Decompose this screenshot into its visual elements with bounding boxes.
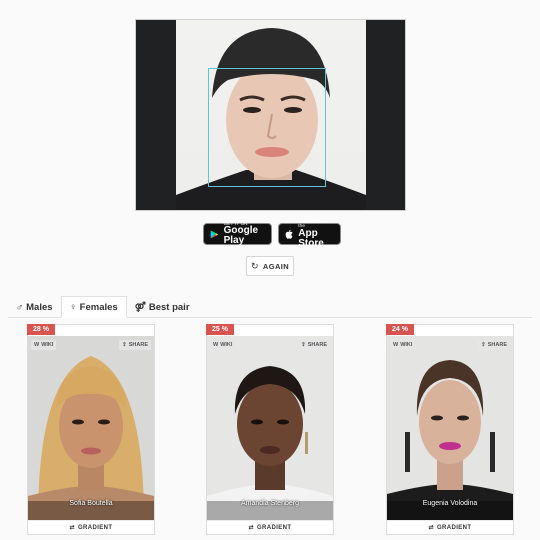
- share-icon: ⇪: [481, 342, 486, 348]
- wiki-icon: W: [393, 342, 399, 348]
- gradient-button[interactable]: ⇄ GRADIENT: [387, 520, 513, 534]
- app-store-badge[interactable]: Download on the App Store: [278, 219, 341, 248]
- gradient-button[interactable]: ⇄ GRADIENT: [28, 520, 154, 534]
- male-icon: ♂: [16, 301, 24, 313]
- wiki-icon: W: [213, 342, 219, 348]
- gradient-label: GRADIENT: [256, 524, 292, 531]
- wiki-label: WIKI: [41, 342, 54, 348]
- match-percent-badge: 25 %: [206, 324, 234, 335]
- google-play-badge[interactable]: GET IT ON Google Play: [203, 221, 272, 247]
- result-card[interactable]: 25 % W WIKI ⇪ SHARE Amandla Stenberg ⇄ GRAD…: [206, 324, 334, 535]
- gradient-icon: ⇄: [428, 525, 434, 531]
- share-icon: ⇪: [301, 342, 306, 348]
- result-card[interactable]: 28 % W WIKI ⇪ SHARE Sofia Boutella ⇄ GRADIE…: [27, 324, 155, 535]
- share-label: SHARE: [307, 342, 327, 348]
- wiki-icon: W: [34, 342, 40, 348]
- share-button[interactable]: ⇪ SHARE: [119, 340, 151, 350]
- app-store-label: App Store: [298, 227, 324, 249]
- tab-best-pair[interactable]: ⚤ Best pair: [127, 296, 198, 318]
- wiki-button[interactable]: W WIKI: [210, 340, 236, 350]
- gradient-button[interactable]: ⇄ GRADIENT: [207, 520, 333, 534]
- again-label: AGAIN: [262, 261, 290, 271]
- tab-males[interactable]: ♂ Males: [8, 296, 61, 318]
- celebrity-name: Amandla Stenberg: [241, 500, 299, 507]
- female-icon: ♀: [69, 301, 77, 313]
- share-icon: ⇪: [122, 342, 127, 348]
- apple-icon: [285, 229, 293, 239]
- wiki-button[interactable]: W WIKI: [390, 340, 416, 350]
- google-play-label: Google Play: [223, 225, 259, 247]
- gradient-icon: ⇄: [248, 525, 254, 531]
- celebrity-photo: [207, 336, 333, 521]
- share-button[interactable]: ⇪ SHARE: [478, 340, 510, 350]
- tab-males-label: Males: [26, 301, 53, 313]
- gradient-icon: ⇄: [69, 525, 75, 531]
- again-button[interactable]: ↻ AGAIN: [246, 256, 294, 276]
- tab-best-pair-label: Best pair: [148, 301, 190, 313]
- page: GET IT ON Google Play Download on the Ap…: [0, 0, 540, 540]
- refresh-icon: ↻: [250, 260, 259, 271]
- celebrity-name: Eugenia Volodina: [422, 500, 478, 507]
- celebrity-photo: [28, 336, 154, 521]
- wiki-button[interactable]: W WIKI: [31, 340, 57, 350]
- share-label: SHARE: [487, 342, 507, 348]
- wiki-label: WIKI: [400, 342, 413, 348]
- result-card[interactable]: 24 % W WIKI ⇪ SHARE Eugenia Volodina ⇄ GRAD…: [386, 324, 514, 535]
- face-detection-box: [208, 68, 326, 187]
- gradient-label: GRADIENT: [436, 524, 472, 531]
- wiki-label: WIKI: [220, 342, 233, 348]
- tab-females[interactable]: ♀ Females: [60, 296, 127, 318]
- celebrity-photo: [387, 336, 513, 521]
- gender-tabs: ♂ Males ♀ Females ⚤ Best pair: [8, 296, 198, 318]
- gradient-label: GRADIENT: [77, 524, 113, 531]
- tab-females-label: Females: [79, 301, 118, 313]
- celebrity-name: Sofia Boutella: [69, 500, 113, 507]
- match-percent-badge: 24 %: [386, 324, 414, 335]
- google-play-icon: [210, 230, 219, 238]
- pair-icon: ⚤: [134, 301, 146, 313]
- match-percent-badge: 28 %: [27, 324, 55, 335]
- share-label: SHARE: [128, 342, 148, 348]
- share-button[interactable]: ⇪ SHARE: [298, 340, 330, 350]
